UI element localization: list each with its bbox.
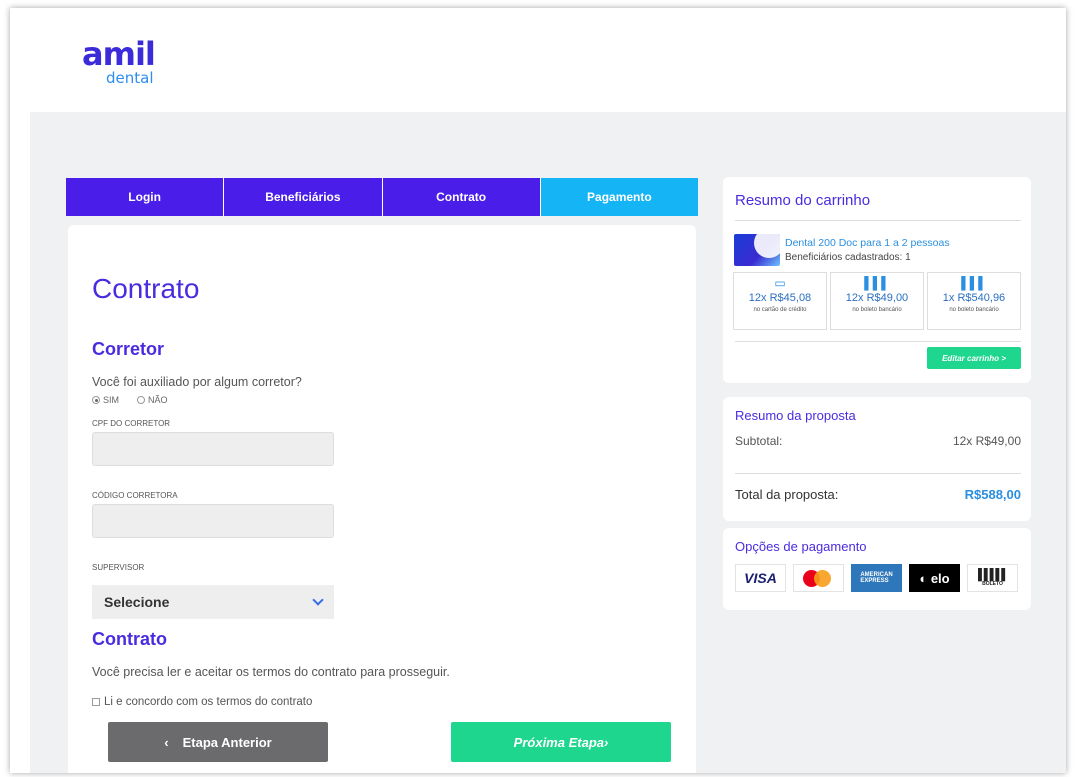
radio-sim-label: SIM xyxy=(103,395,120,405)
radio-sim[interactable]: SIM xyxy=(92,395,119,405)
payment-price-options: ▭ 12x R$45,08 no cartão de crédito ▌▌▌ 1… xyxy=(733,272,1021,330)
barcode-bars: ▌▌▌▌▌ xyxy=(978,569,1009,581)
price-option-boleto-12x[interactable]: ▌▌▌ 12x R$49,00 no boleto bancário xyxy=(830,272,924,330)
price-option-desc: no boleto bancário xyxy=(949,307,999,313)
boleto-icon: ▌▌▌▌▌ BOLETO xyxy=(967,564,1018,592)
divider xyxy=(735,473,1021,474)
elo-label: elo xyxy=(930,570,950,586)
terms-checkbox-row[interactable]: Li e concordo com os termos do contrato xyxy=(92,696,312,708)
header: amil dental xyxy=(10,8,1066,112)
radio-sim-dot[interactable] xyxy=(92,396,100,404)
logo-subtext: dental xyxy=(106,69,154,87)
supervisor-label: SUPERVISOR xyxy=(92,563,145,572)
divider xyxy=(735,220,1021,221)
proposal-summary-title: Resumo da proposta xyxy=(735,408,856,423)
edit-cart-button[interactable]: Editar carrinho > xyxy=(927,347,1021,369)
contract-form-card: Contrato Corretor Você foi auxiliado por… xyxy=(68,225,696,773)
step-contrato[interactable]: Contrato xyxy=(382,178,541,216)
supervisor-select-value: Selecione xyxy=(104,594,170,610)
radio-nao-label: NÃO xyxy=(148,395,168,405)
cpf-corretor-input[interactable] xyxy=(92,432,334,466)
product-image xyxy=(734,234,780,266)
subtotal-label: Subtotal: xyxy=(735,434,783,448)
proposal-summary-card: Resumo da proposta Subtotal: 12x R$49,00… xyxy=(723,397,1031,521)
payment-options-title: Opções de pagamento xyxy=(735,539,867,554)
step-beneficiarios[interactable]: Beneficiários xyxy=(224,178,383,216)
credit-card-icon: ▭ xyxy=(774,276,786,290)
next-step-button[interactable]: Próxima Etapa› xyxy=(451,722,671,762)
barcode-icon: ▌▌▌ xyxy=(961,276,987,290)
previous-step-label: Etapa Anterior xyxy=(182,734,272,750)
beneficiaries-count: Beneficiários cadastrados: 1 xyxy=(785,252,911,263)
radio-nao-dot[interactable] xyxy=(137,396,146,404)
elo-icon: ◐ elo xyxy=(909,564,960,592)
chevron-down-icon xyxy=(312,594,324,606)
price-option-boleto-1x[interactable]: ▌▌▌ 1x R$540,96 no boleto bancário xyxy=(927,272,1021,330)
cart-summary-title: Resumo do carrinho xyxy=(735,192,871,209)
logo-text: amil xyxy=(82,35,156,73)
total-value: R$588,00 xyxy=(964,487,1021,502)
subtotal-row: Subtotal: 12x R$49,00 xyxy=(735,434,1021,448)
price-option-value: 12x R$49,00 xyxy=(845,292,909,304)
step-login[interactable]: Login xyxy=(66,178,225,216)
payment-methods: VISA AMERICAN EXPRESS ◐ elo ▌▌▌▌▌ BOLETO xyxy=(735,564,1018,592)
checkout-steps: Login Beneficiários Contrato Pagamento xyxy=(66,178,698,216)
codigo-corretora-label: CÓDIGO CORRETORA xyxy=(92,491,178,500)
page-title: Contrato xyxy=(92,273,200,304)
browser-frame: amil dental Login Beneficiários Contrato… xyxy=(10,8,1066,773)
amex-icon: AMERICAN EXPRESS xyxy=(851,564,902,592)
cart-summary-card: Resumo do carrinho Dental 200 Doc para 1… xyxy=(723,177,1031,383)
price-option-value: 1x R$540,96 xyxy=(942,292,1006,304)
subtotal-value: 12x R$49,00 xyxy=(952,434,1021,448)
contrato-instruction: Você precisa ler e aceitar os termos do … xyxy=(92,665,450,679)
step-pagamento[interactable]: Pagamento xyxy=(540,178,698,216)
supervisor-select[interactable]: Selecione xyxy=(92,585,334,619)
barcode-icon: ▌▌▌ xyxy=(864,276,890,290)
previous-step-button[interactable]: ‹ Etapa Anterior xyxy=(108,722,328,762)
cpf-corretor-label: CPF DO CORRETOR xyxy=(92,419,171,428)
corretor-question: Você foi auxiliado por algum corretor? xyxy=(92,375,302,389)
mastercard-icon xyxy=(793,564,844,592)
divider xyxy=(735,341,1021,342)
price-option-desc: no cartão de crédito xyxy=(753,307,807,313)
boleto-label: BOLETO xyxy=(982,581,1003,587)
corretor-section-title: Corretor xyxy=(92,339,165,359)
corretor-radio-group: SIM NÃO xyxy=(92,395,168,405)
price-option-card[interactable]: ▭ 12x R$45,08 no cartão de crédito xyxy=(733,272,827,330)
codigo-corretora-input[interactable] xyxy=(92,504,334,538)
payment-options-card: Opções de pagamento VISA AMERICAN EXPRESS… xyxy=(723,528,1031,610)
radio-nao[interactable]: NÃO xyxy=(137,395,168,405)
terms-checkbox[interactable] xyxy=(92,698,100,706)
price-option-desc: no boleto bancário xyxy=(852,307,902,313)
amil-dental-logo[interactable]: amil dental xyxy=(82,35,156,87)
total-label: Total da proposta: xyxy=(735,487,839,502)
price-option-value: 12x R$45,08 xyxy=(748,292,812,304)
visa-icon: VISA xyxy=(735,564,786,592)
product-name[interactable]: Dental 200 Doc para 1 a 2 pessoas xyxy=(785,237,950,249)
terms-checkbox-label: Li e concordo com os termos do contrato xyxy=(104,696,313,708)
contrato-section-title: Contrato xyxy=(92,629,167,649)
total-row: Total da proposta: R$588,00 xyxy=(735,487,1021,502)
chevron-left-icon: ‹ xyxy=(164,734,169,750)
